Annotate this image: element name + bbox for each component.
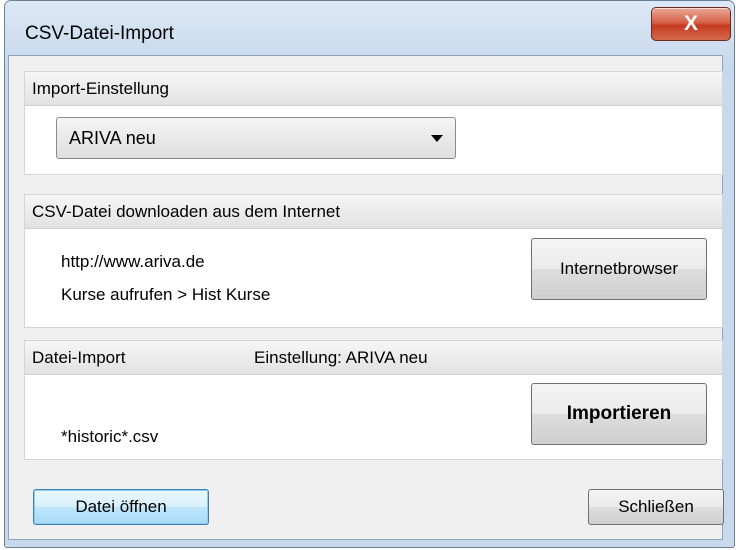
open-file-button[interactable]: Datei öffnen <box>33 489 209 525</box>
import-setting-label: Einstellung: ARIVA neu <box>254 348 428 367</box>
close-button[interactable]: Schließen <box>588 489 724 525</box>
import-button[interactable]: Importieren <box>531 383 707 445</box>
download-instructions: Kurse aufrufen > Hist Kurse <box>61 285 271 304</box>
download-header: CSV-Datei downloaden aus dem Internet <box>25 195 722 229</box>
dropdown-value: ARIVA neu <box>69 128 156 148</box>
chevron-down-icon <box>431 135 443 142</box>
import-settings-header: Import-Einstellung <box>25 72 722 106</box>
import-setting-dropdown[interactable]: ARIVA neu <box>56 117 456 159</box>
download-url: http://www.ariva.de <box>61 252 205 271</box>
file-import-header: Datei-Import <box>32 348 126 367</box>
close-icon[interactable]: X <box>651 7 731 41</box>
file-import-header-bar: Datei-Import Einstellung: ARIVA neu <box>25 341 722 375</box>
internet-browser-button[interactable]: Internetbrowser <box>531 238 707 300</box>
window-title: CSV-Datei-Import <box>25 23 174 44</box>
file-pattern: *historic*.csv <box>61 427 159 446</box>
